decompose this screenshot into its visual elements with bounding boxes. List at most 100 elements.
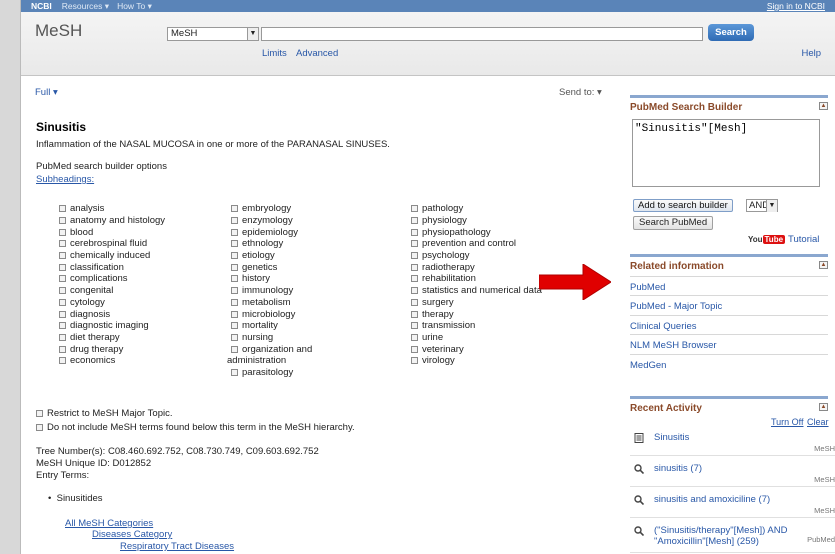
operator-select[interactable]: AND ▼ — [746, 199, 778, 212]
youtube-tutorial-link[interactable]: You Tube Tutorial — [748, 234, 819, 245]
recent-item[interactable]: ("Sinusitis/therapy"[Mesh]) AND "Amoxici… — [630, 523, 835, 553]
subheading-option[interactable]: blood — [59, 226, 165, 238]
subheading-option[interactable]: diagnostic imaging — [59, 320, 165, 332]
subheading-option[interactable]: physiopathology — [411, 226, 542, 238]
collapse-icon[interactable]: ▲ — [819, 403, 828, 411]
subheading-option[interactable]: history — [231, 273, 312, 285]
subheading-option[interactable]: administration — [227, 355, 312, 367]
subheading-checkbox[interactable] — [231, 368, 238, 376]
subheading-option[interactable]: urine — [411, 332, 542, 344]
subheading-option[interactable]: organization and — [231, 343, 312, 355]
subheading-checkbox[interactable] — [231, 252, 238, 260]
subheading-option[interactable]: enzymology — [231, 215, 312, 227]
limits-link[interactable]: Limits — [262, 48, 287, 59]
subheading-option[interactable]: mortality — [231, 320, 312, 332]
subheading-option[interactable]: metabolism — [231, 297, 312, 309]
subheading-checkbox[interactable] — [231, 345, 238, 353]
related-link-mesh-browser[interactable]: NLM MeSH Browser — [630, 334, 828, 353]
recent-item[interactable]: sinusitis and amoxiciline (7) MeSH — [630, 492, 835, 518]
subheading-checkbox[interactable] — [411, 345, 418, 353]
ncbi-logo[interactable]: NCBI — [31, 1, 52, 11]
related-link-major-topic[interactable]: PubMed - Major Topic — [630, 295, 828, 314]
subheading-checkbox[interactable] — [59, 310, 66, 318]
collapse-icon[interactable]: ▲ — [819, 261, 828, 269]
hierarchy-diseases-category[interactable]: Diseases Category — [92, 529, 172, 540]
subheading-option[interactable]: virology — [411, 355, 542, 367]
resources-menu[interactable]: Resources ▾ — [62, 1, 109, 12]
subheading-checkbox[interactable] — [411, 298, 418, 306]
subheading-option[interactable]: radiotherapy — [411, 261, 542, 273]
subheading-option[interactable]: surgery — [411, 297, 542, 309]
subheading-checkbox[interactable] — [411, 228, 418, 236]
subheading-checkbox[interactable] — [231, 228, 238, 236]
turn-off-link[interactable]: Turn Off — [771, 417, 804, 427]
subheading-option[interactable]: cerebrospinal fluid — [59, 238, 165, 250]
subheading-checkbox[interactable] — [231, 298, 238, 306]
subheading-checkbox[interactable] — [411, 263, 418, 271]
subheading-checkbox[interactable] — [231, 322, 238, 330]
subheading-checkbox[interactable] — [59, 217, 66, 225]
subheading-checkbox[interactable] — [231, 287, 238, 295]
search-button[interactable]: Search — [708, 24, 754, 41]
subheading-checkbox[interactable] — [59, 275, 66, 283]
collapse-icon[interactable]: ▲ — [819, 102, 828, 110]
subheading-option[interactable]: prevention and control — [411, 238, 542, 250]
subheading-checkbox[interactable] — [59, 345, 66, 353]
subheading-option[interactable]: veterinary — [411, 343, 542, 355]
subheading-checkbox[interactable] — [59, 333, 66, 341]
subheading-checkbox[interactable] — [59, 322, 66, 330]
restrict-major-option[interactable]: Restrict to MeSH Major Topic. — [36, 408, 172, 419]
hierarchy-all-categories[interactable]: All MeSH Categories — [65, 518, 153, 529]
subheading-checkbox[interactable] — [231, 205, 238, 213]
subheading-checkbox[interactable] — [59, 298, 66, 306]
search-input[interactable] — [261, 27, 703, 41]
subheading-option[interactable]: epidemiology — [231, 226, 312, 238]
subheading-option[interactable]: congenital — [59, 285, 165, 297]
subheading-checkbox[interactable] — [59, 228, 66, 236]
subheading-option[interactable]: classification — [59, 261, 165, 273]
subheading-option[interactable]: diet therapy — [59, 332, 165, 344]
subheading-option[interactable]: statistics and numerical data — [411, 285, 542, 297]
subheading-option[interactable]: physiology — [411, 215, 542, 227]
subheading-checkbox[interactable] — [411, 205, 418, 213]
subheading-checkbox[interactable] — [231, 310, 238, 318]
howto-menu[interactable]: How To ▾ — [117, 1, 152, 12]
subheading-checkbox[interactable] — [59, 263, 66, 271]
subheading-option[interactable]: cytology — [59, 297, 165, 309]
subheading-checkbox[interactable] — [231, 275, 238, 283]
clear-link[interactable]: Clear — [807, 417, 829, 427]
related-link-medgen[interactable]: MedGen — [630, 354, 828, 373]
subheading-checkbox[interactable] — [411, 310, 418, 318]
subheading-option[interactable]: pathology — [411, 203, 542, 215]
subheading-option[interactable]: analysis — [59, 203, 165, 215]
add-to-builder-button[interactable]: Add to search builder — [633, 199, 733, 212]
related-link-pubmed[interactable]: PubMed — [630, 276, 828, 295]
restrict-major-checkbox[interactable] — [36, 410, 43, 417]
format-menu[interactable]: Full ▾ — [35, 87, 58, 98]
database-select[interactable]: MeSH ▼ — [167, 27, 259, 41]
subheading-checkbox[interactable] — [231, 217, 238, 225]
subheading-option[interactable]: parasitology — [231, 367, 312, 379]
recent-item[interactable]: sinusitis (7) MeSH — [630, 461, 835, 487]
subheading-checkbox[interactable] — [231, 240, 238, 248]
subheading-checkbox[interactable] — [59, 240, 66, 248]
subheading-option[interactable]: diagnosis — [59, 308, 165, 320]
subheading-option[interactable]: nursing — [231, 332, 312, 344]
subheading-checkbox[interactable] — [411, 275, 418, 283]
no-explode-option[interactable]: Do not include MeSH terms found below th… — [36, 422, 355, 433]
advanced-link[interactable]: Advanced — [296, 48, 338, 59]
search-builder-textarea[interactable]: "Sinusitis"[Mesh] — [632, 119, 820, 187]
subheading-checkbox[interactable] — [59, 205, 66, 213]
subheading-checkbox[interactable] — [411, 357, 418, 365]
subheading-option[interactable]: rehabilitation — [411, 273, 542, 285]
subheading-option[interactable]: anatomy and histology — [59, 215, 165, 227]
subheading-option[interactable]: microbiology — [231, 308, 312, 320]
sign-in-link[interactable]: Sign in to NCBI — [767, 1, 825, 11]
search-pubmed-button[interactable]: Search PubMed — [633, 216, 714, 230]
no-explode-checkbox[interactable] — [36, 424, 43, 431]
subheading-checkbox[interactable] — [411, 217, 418, 225]
recent-item[interactable]: Sinusitis MeSH — [630, 430, 835, 456]
subheading-option[interactable]: drug therapy — [59, 343, 165, 355]
subheading-option[interactable]: ethnology — [231, 238, 312, 250]
subheading-option[interactable]: psychology — [411, 250, 542, 262]
